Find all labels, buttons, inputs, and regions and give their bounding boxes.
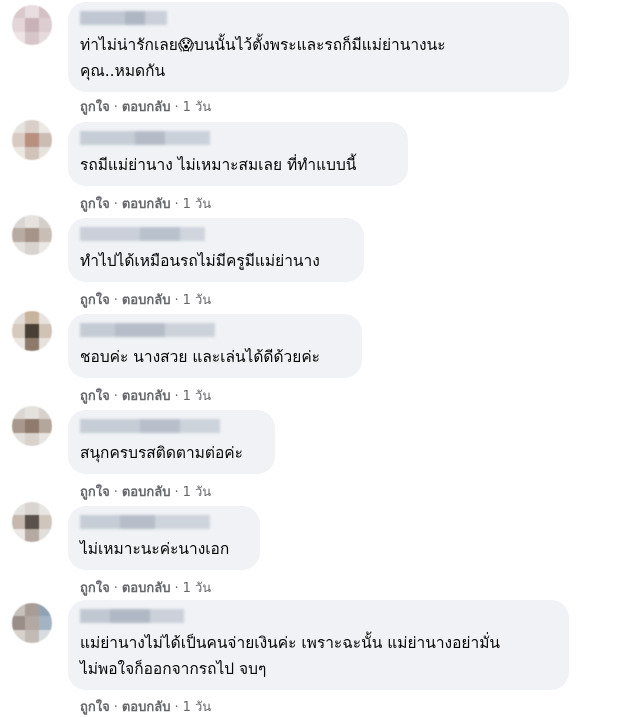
reply-button[interactable]: ตอบกลับ bbox=[122, 581, 171, 596]
like-button[interactable]: ถูกใจ bbox=[80, 700, 110, 715]
reply-button[interactable]: ตอบกลับ bbox=[122, 700, 171, 715]
like-button[interactable]: ถูกใจ bbox=[80, 197, 110, 212]
like-button[interactable]: ถูกใจ bbox=[80, 293, 110, 308]
avatar[interactable] bbox=[12, 120, 52, 160]
like-button[interactable]: ถูกใจ bbox=[80, 389, 110, 404]
like-button[interactable]: ถูกใจ bbox=[80, 100, 110, 115]
comment-bubble: ท่าไม่น่ารักเลย😱บนนั้นไว้ตั้งพระและรถก็ม… bbox=[68, 2, 569, 92]
avatar[interactable] bbox=[12, 5, 52, 45]
avatar[interactable] bbox=[12, 502, 52, 542]
comment-bubble: ชอบค่ะ นางสวย และเล่นได้ดีด้วยค่ะ bbox=[68, 314, 362, 378]
comment-bubble: แม่ย่านางไม่ได้เป็นคนจ่ายเงินค่ะ เพราะฉะ… bbox=[68, 600, 569, 690]
comment-actions: ถูกใจ · ตอบกลับ · 1 วัน bbox=[80, 100, 212, 115]
comment-bubble: ไม่เหมาะนะค่ะนางเอก bbox=[68, 506, 260, 570]
comment-text: ท่าไม่น่ารักเลย😱บนนั้นไว้ตั้งพระและรถก็ม… bbox=[80, 36, 446, 80]
comment-actions: ถูกใจ · ตอบกลับ · 1 วัน bbox=[80, 293, 212, 308]
commenter-name[interactable] bbox=[80, 323, 350, 337]
comment-actions: ถูกใจ · ตอบกลับ · 1 วัน bbox=[80, 485, 212, 500]
comment-text: ไม่เหมาะนะค่ะนางเอก bbox=[80, 540, 230, 558]
comment-text: รถมีแม่ย่านาง ไม่เหมาะสมเลย ที่ทำแบบนี้ bbox=[80, 156, 357, 174]
commenter-name[interactable] bbox=[80, 419, 263, 433]
comment-bubble: สนุกครบรสติดตามต่อค่ะ bbox=[68, 410, 275, 474]
comment-actions: ถูกใจ · ตอบกลับ · 1 วัน bbox=[80, 197, 212, 212]
reply-button[interactable]: ตอบกลับ bbox=[122, 293, 171, 308]
like-button[interactable]: ถูกใจ bbox=[80, 485, 110, 500]
comment-bubble: รถมีแม่ย่านาง ไม่เหมาะสมเลย ที่ทำแบบนี้ bbox=[68, 122, 408, 186]
avatar[interactable] bbox=[12, 406, 52, 446]
reply-button[interactable]: ตอบกลับ bbox=[122, 485, 171, 500]
comment-text: แม่ย่านางไม่ได้เป็นคนจ่ายเงินค่ะ เพราะฉะ… bbox=[80, 634, 501, 678]
commenter-name[interactable] bbox=[80, 515, 248, 529]
avatar[interactable] bbox=[12, 603, 52, 643]
comment-text: ชอบค่ะ นางสวย และเล่นได้ดีด้วยค่ะ bbox=[80, 348, 321, 366]
avatar[interactable] bbox=[12, 215, 52, 255]
reply-button[interactable]: ตอบกลับ bbox=[122, 100, 171, 115]
like-button[interactable]: ถูกใจ bbox=[80, 581, 110, 596]
comment-timestamp[interactable]: 1 วัน bbox=[183, 293, 212, 308]
comment-timestamp[interactable]: 1 วัน bbox=[183, 700, 212, 715]
commenter-name[interactable] bbox=[80, 131, 396, 145]
commenter-name[interactable] bbox=[80, 609, 557, 623]
reply-button[interactable]: ตอบกลับ bbox=[122, 389, 171, 404]
comment-timestamp[interactable]: 1 วัน bbox=[183, 485, 212, 500]
comment-timestamp[interactable]: 1 วัน bbox=[183, 197, 212, 212]
comment-timestamp[interactable]: 1 วัน bbox=[183, 389, 212, 404]
comment-actions: ถูกใจ · ตอบกลับ · 1 วัน bbox=[80, 389, 212, 404]
reply-button[interactable]: ตอบกลับ bbox=[122, 197, 171, 212]
comment-timestamp[interactable]: 1 วัน bbox=[183, 100, 212, 115]
avatar[interactable] bbox=[12, 311, 52, 351]
comment-bubble: ทำไปได้เหมือนรถไม่มีครูมีแม่ย่านาง bbox=[68, 218, 364, 282]
comment-timestamp[interactable]: 1 วัน bbox=[183, 581, 212, 596]
comment-text: ทำไปได้เหมือนรถไม่มีครูมีแม่ย่านาง bbox=[80, 252, 320, 270]
comment-actions: ถูกใจ · ตอบกลับ · 1 วัน bbox=[80, 581, 212, 596]
comment-text: สนุกครบรสติดตามต่อค่ะ bbox=[80, 444, 243, 462]
commenter-name[interactable] bbox=[80, 11, 557, 25]
commenter-name[interactable] bbox=[80, 227, 352, 241]
comment-actions: ถูกใจ · ตอบกลับ · 1 วัน bbox=[80, 700, 212, 715]
